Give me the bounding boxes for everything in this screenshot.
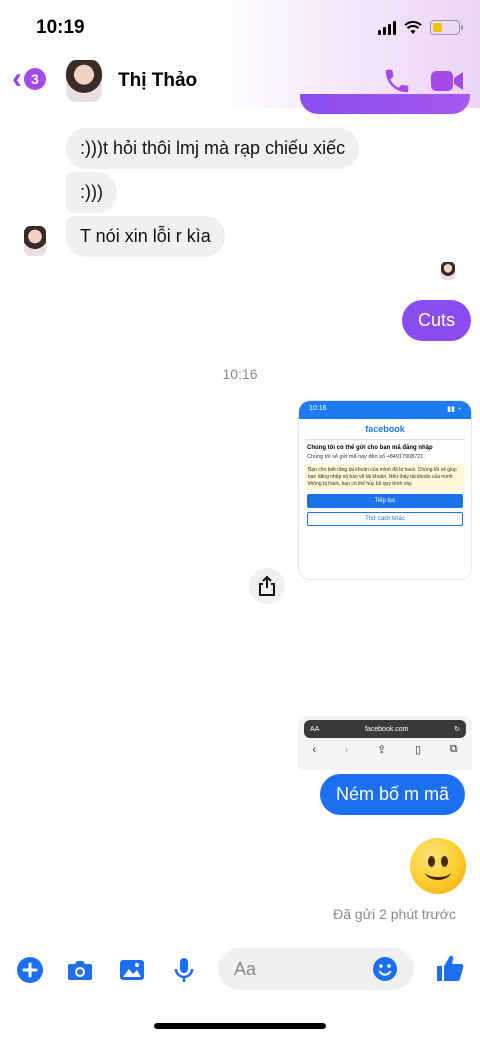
message-input-placeholder: Aa bbox=[234, 958, 257, 979]
shared-image-warning: Bạn cho biết rằng tài khoản của mình đã … bbox=[305, 464, 465, 491]
message-input[interactable]: Aa bbox=[218, 948, 414, 990]
shared-image-heading: Chúng tôi có thể gửi cho bạn mã đăng nhậ… bbox=[307, 445, 433, 451]
contact-avatar[interactable] bbox=[66, 60, 102, 102]
signal-icon bbox=[378, 20, 396, 35]
address-bar: AA facebook.com ↻ bbox=[304, 720, 466, 738]
address-url: facebook.com bbox=[364, 725, 409, 733]
shared-image[interactable]: 10:16 ▮▮ ◔ facebook Chúng tôi có thể gửi… bbox=[298, 400, 472, 580]
seen-avatar bbox=[441, 262, 455, 280]
chevron-left-icon: ‹ bbox=[12, 62, 22, 95]
divider bbox=[305, 439, 465, 440]
shared-image-text: Chúng tôi sẽ gửi mã này đến số +84917908… bbox=[307, 454, 425, 460]
reload-icon: ↻ bbox=[454, 726, 460, 733]
text-size-button: AA bbox=[310, 725, 320, 733]
incoming-message[interactable]: T nói xin lỗi r kìa bbox=[66, 216, 225, 257]
image-icon[interactable] bbox=[118, 956, 146, 984]
camera-icon[interactable] bbox=[66, 956, 94, 984]
share-button[interactable] bbox=[249, 568, 285, 604]
emoji-icon[interactable] bbox=[372, 956, 398, 982]
tabs-icon: ⧉ bbox=[449, 743, 458, 755]
contact-name[interactable]: Thị Thảo bbox=[118, 70, 197, 92]
browser-toolbar: ‹ › ⇪ ▯ ⧉ bbox=[298, 743, 472, 756]
timestamp: 10:16 bbox=[222, 366, 258, 382]
back-button[interactable]: ‹ 3 bbox=[12, 64, 46, 94]
phone-icon[interactable] bbox=[382, 66, 412, 96]
unread-count-badge: 3 bbox=[24, 68, 46, 90]
outgoing-message[interactable]: Ném bố m mã bbox=[320, 774, 466, 815]
previous-outgoing-bubble bbox=[300, 94, 470, 114]
home-indicator bbox=[154, 1023, 326, 1029]
microphone-icon[interactable] bbox=[170, 956, 198, 984]
sender-avatar bbox=[24, 226, 46, 256]
forward-arrow-icon: › bbox=[344, 743, 349, 756]
try-another-way-button: Thử cách khác bbox=[307, 512, 463, 527]
wifi-icon bbox=[404, 20, 422, 34]
incoming-message[interactable]: :))) bbox=[66, 172, 117, 213]
status-time: 10:19 bbox=[36, 17, 85, 38]
outgoing-message[interactable]: Cuts bbox=[402, 300, 472, 341]
read-receipt: Đã gửi 2 phút trước bbox=[333, 906, 456, 922]
battery-icon bbox=[430, 20, 463, 35]
smiley-emoji[interactable] bbox=[410, 838, 466, 894]
share-icon bbox=[259, 576, 275, 596]
shared-image-status-icons: ▮▮ ◔ bbox=[447, 406, 461, 413]
continue-button: Tiếp tục bbox=[307, 494, 463, 509]
facebook-logo: facebook bbox=[365, 424, 405, 434]
bookmarks-icon: ▯ bbox=[415, 744, 422, 756]
status-icons bbox=[378, 20, 463, 35]
shared-image-browser-part[interactable]: AA facebook.com ↻ ‹ › ⇪ ▯ ⧉ bbox=[298, 716, 472, 770]
shared-image-status-bar: 10:16 ▮▮ ◔ bbox=[299, 401, 471, 419]
thumbs-up-icon[interactable] bbox=[434, 952, 466, 984]
plus-icon[interactable] bbox=[16, 956, 44, 984]
video-camera-icon[interactable] bbox=[430, 68, 464, 94]
back-arrow-icon: ‹ bbox=[312, 743, 317, 756]
shared-image-time: 10:16 bbox=[309, 405, 327, 412]
share-icon: ⇪ bbox=[377, 744, 387, 756]
incoming-message[interactable]: :)))t hỏi thôi lmj mà rạp chiếu xiếc bbox=[66, 128, 360, 169]
